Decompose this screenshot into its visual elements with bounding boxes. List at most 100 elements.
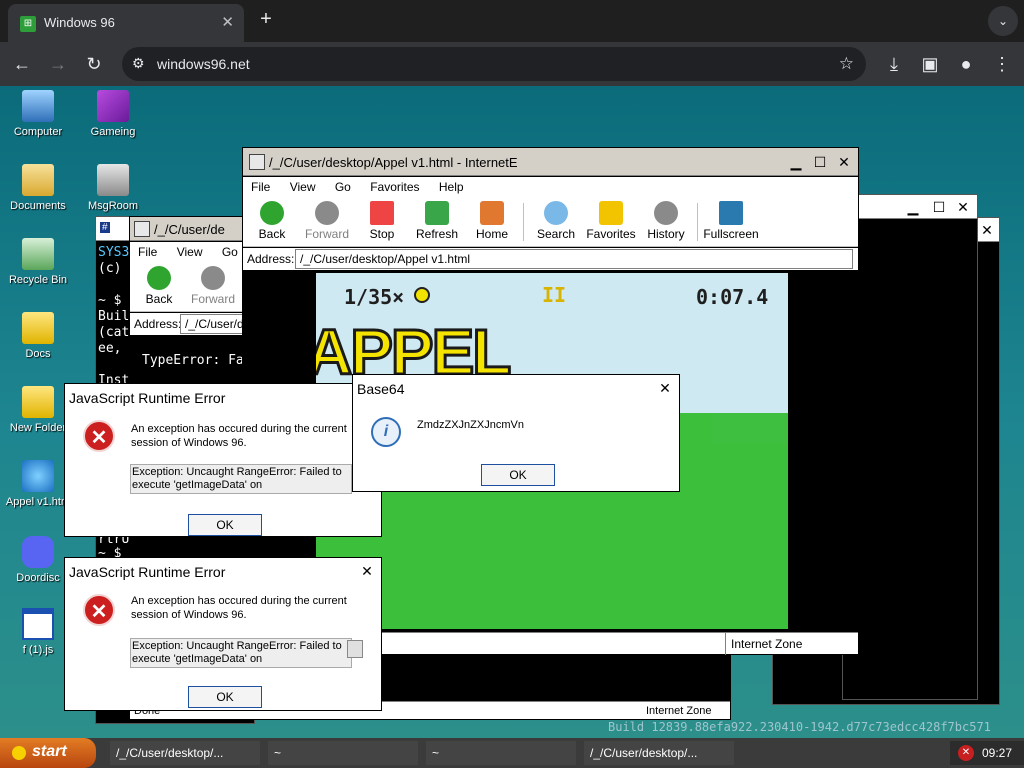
task-ie-2[interactable]: /_/C/user/desktop/... xyxy=(584,741,734,765)
menu-favorites[interactable]: Favorites xyxy=(370,180,419,194)
menu-help[interactable]: Help xyxy=(439,180,464,194)
address-url[interactable]: windows96.net xyxy=(157,56,250,72)
task-terminal-1[interactable]: ~ xyxy=(268,741,418,765)
bookmark-star-icon[interactable]: ☆ xyxy=(839,54,854,74)
menu-go[interactable]: Go xyxy=(222,245,238,259)
close-icon[interactable]: ✕ xyxy=(655,378,675,398)
address-label: Address: xyxy=(134,317,182,331)
address-input[interactable]: /_/C/user/desktop/Appel v1.html xyxy=(295,249,853,269)
desktop-icon-gameing[interactable]: Gameing xyxy=(75,90,151,138)
profile-icon[interactable]: ● xyxy=(954,52,978,76)
base64-dialog[interactable]: Base64 ✕ i ZmdzZXJnZXJncmVn OK xyxy=(352,374,680,492)
terminal-line: (cat xyxy=(98,325,130,340)
terminal-app-icon: # xyxy=(100,222,110,233)
close-icon[interactable]: ✕ xyxy=(953,197,973,217)
clock: 09:27 xyxy=(982,746,1013,760)
menu-file[interactable]: File xyxy=(251,180,270,194)
address-bar[interactable]: ⚙ windows96.net ☆ xyxy=(122,47,866,81)
ok-button[interactable]: OK xyxy=(481,464,555,486)
info-icon: i xyxy=(371,417,401,447)
back-button[interactable]: Back xyxy=(134,266,184,306)
desktop-icon-msgroom[interactable]: MsgRoom xyxy=(75,164,151,212)
search-button[interactable]: Search xyxy=(531,201,581,241)
back-terminal-window-1[interactable]: ▁ ☐ ✕ xyxy=(842,194,978,700)
ok-button[interactable]: OK xyxy=(188,514,262,536)
desktop-icon-computer[interactable]: Computer xyxy=(0,90,76,138)
desktop-icon-recycle-bin[interactable]: Recycle Bin xyxy=(0,238,76,286)
desktop-icon-docs[interactable]: Docs xyxy=(0,312,76,360)
pause-icon[interactable]: II xyxy=(542,283,566,307)
menu-view[interactable]: View xyxy=(177,245,203,259)
recycle-bin-icon xyxy=(22,238,54,270)
js-error-dialog-2[interactable]: JavaScript Runtime Error ✕ ✕ An exceptio… xyxy=(64,557,382,711)
favorites-button[interactable]: Favorites xyxy=(586,201,636,241)
fullscreen-button[interactable]: Fullscreen xyxy=(703,201,759,241)
title-bar: Base64 ✕ xyxy=(353,375,679,401)
error-details[interactable]: Exception: Uncaught RangeError: Failed t… xyxy=(130,638,352,668)
tool-label: Back xyxy=(145,292,173,306)
maximize-icon[interactable]: ☐ xyxy=(810,152,830,172)
desktop-icon-label: Computer xyxy=(13,126,63,138)
close-icon[interactable]: ✕ xyxy=(977,220,997,240)
close-icon[interactable]: ✕ xyxy=(834,152,854,172)
close-icon[interactable]: ✕ xyxy=(357,561,377,581)
reload-icon[interactable]: ↻ xyxy=(82,52,106,76)
download-icon[interactable]: ⤓ xyxy=(882,52,906,76)
desktop-icon-label: f (1).js xyxy=(22,644,54,656)
new-tab-button[interactable]: + xyxy=(256,8,276,32)
error-icon: ✕ xyxy=(83,594,115,626)
status-zone: Internet Zone xyxy=(731,637,803,651)
back-button[interactable]: Back xyxy=(247,201,297,241)
history-button[interactable]: History xyxy=(641,201,691,241)
menu-go[interactable]: Go xyxy=(335,180,351,194)
menu-file[interactable]: File xyxy=(138,245,157,259)
stop-icon xyxy=(370,201,394,225)
maximize-icon[interactable]: ☐ xyxy=(929,197,949,217)
task-terminal-2[interactable]: ~ xyxy=(426,741,576,765)
title-bar: /_/C/user/desktop/Appel v1.html - Intern… xyxy=(243,148,858,176)
site-info-icon[interactable]: ⚙ xyxy=(132,55,145,72)
menu-view[interactable]: View xyxy=(290,180,316,194)
back-arrow-icon[interactable]: ← xyxy=(10,52,34,76)
terminal-line: ~ $ xyxy=(98,293,122,308)
forward-button[interactable]: Forward xyxy=(302,201,352,241)
build-info: Build 12839.88efa922.230410-1942.d77c73e… xyxy=(608,720,991,734)
forward-arrow-icon xyxy=(201,266,225,290)
system-tray: ✕ 09:27 xyxy=(950,741,1024,765)
menu-kebab-icon[interactable]: ⋮ xyxy=(990,52,1014,76)
smiley-icon xyxy=(12,746,26,760)
terminal-line: (c) xyxy=(98,261,122,276)
js-error-dialog-1[interactable]: JavaScript Runtime Error ✕ An exception … xyxy=(64,383,382,537)
error-details[interactable]: Exception: Uncaught RangeError: Failed t… xyxy=(130,464,352,494)
error-tray-icon[interactable]: ✕ xyxy=(958,745,974,761)
terminal-line: SYS3 xyxy=(98,245,130,260)
tool-label: Back xyxy=(258,227,286,241)
forward-arrow-icon[interactable]: → xyxy=(46,52,70,76)
close-tab-icon[interactable]: ✕ xyxy=(221,13,234,31)
window-title: /_/C/user/de xyxy=(154,222,225,237)
task-label: ~ xyxy=(432,746,440,760)
home-button[interactable]: Home xyxy=(467,201,517,241)
desktop-icon-label: Doordisc xyxy=(16,572,60,584)
menu-bar: File View Go Favorites Help xyxy=(243,177,858,197)
game-ground-step xyxy=(712,443,788,629)
toolbar-separator xyxy=(523,203,524,241)
browser-tab[interactable]: ⊞ Windows 96 ✕ xyxy=(8,4,244,42)
ok-button[interactable]: OK xyxy=(188,686,262,708)
tab-search-button[interactable]: ⌄ xyxy=(988,6,1018,36)
address-input[interactable]: /_/C/user/d xyxy=(180,314,250,334)
stop-button[interactable]: Stop xyxy=(357,201,407,241)
desktop-icon-documents[interactable]: Documents xyxy=(0,164,76,212)
scrollbar[interactable] xyxy=(347,640,363,658)
minimize-icon[interactable]: ▁ xyxy=(786,152,806,172)
window-title: /_/C/user/desktop/Appel v1.html - Intern… xyxy=(269,155,518,170)
forward-button[interactable]: Forward xyxy=(188,266,238,306)
address-label: Address: xyxy=(247,252,295,266)
start-button[interactable]: start xyxy=(0,738,96,768)
desktop-icon-label: Gameing xyxy=(90,126,136,138)
internet-explorer-icon xyxy=(22,460,54,492)
refresh-button[interactable]: Refresh xyxy=(412,201,462,241)
minimize-icon[interactable]: ▁ xyxy=(903,197,923,217)
task-ie-1[interactable]: /_/C/user/desktop/... xyxy=(110,741,260,765)
side-panel-icon[interactable]: ▣ xyxy=(918,52,942,76)
